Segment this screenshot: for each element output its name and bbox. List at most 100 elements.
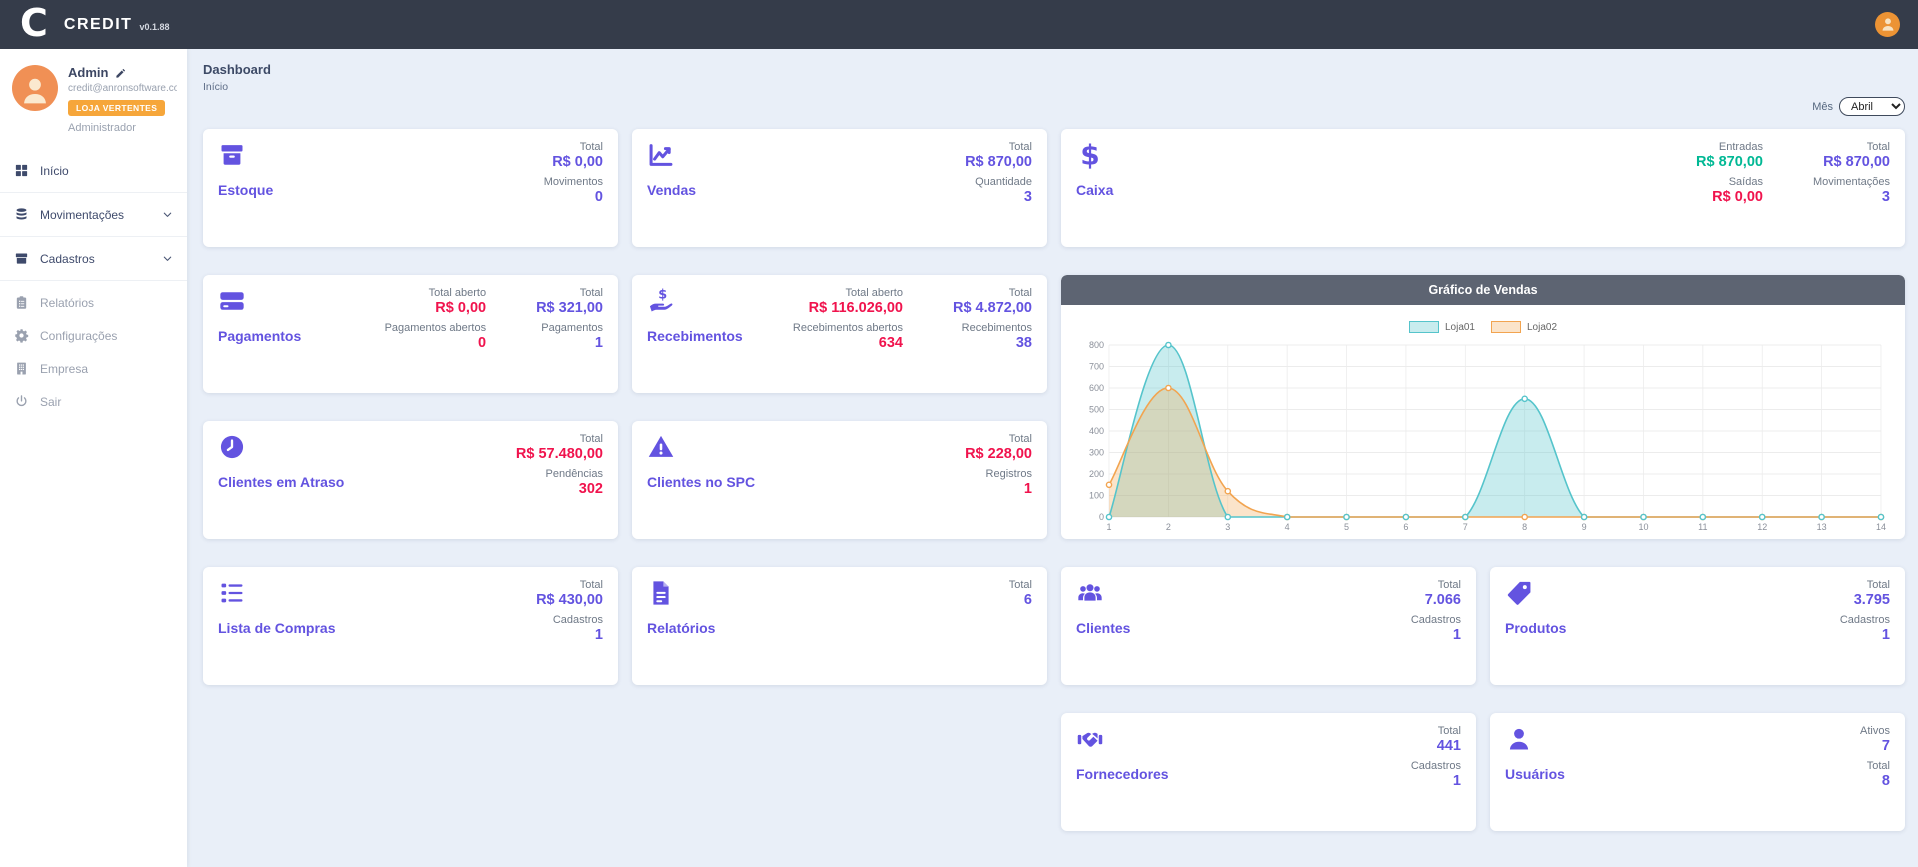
stat-label: Total <box>536 287 603 299</box>
stat-label: Entradas <box>1696 141 1763 153</box>
stat-value: R$ 430,00 <box>536 592 603 608</box>
card-produtos[interactable]: ProdutosTotal3.795Cadastros1 <box>1490 567 1905 685</box>
stat-label: Pagamentos abertos <box>385 322 487 334</box>
breadcrumb: Início <box>203 81 1905 93</box>
card-clientes-em-atraso[interactable]: Clientes em Atraso TotalR$ 57.480,00Pendê… <box>203 421 618 539</box>
building-icon <box>14 361 29 376</box>
sidebar-item-empresa[interactable]: Empresa <box>0 352 187 385</box>
card-title[interactable]: Usuários <box>1505 766 1565 782</box>
svg-text:10: 10 <box>1638 522 1648 532</box>
stat-label: Cadastros <box>1840 614 1890 626</box>
stat-column: TotalR$ 57.480,00Pendências302 <box>516 433 603 527</box>
stat-value: 38 <box>953 335 1032 351</box>
clock-icon <box>218 433 246 461</box>
stat-value: 3 <box>965 189 1032 205</box>
person-icon <box>1880 16 1896 37</box>
card-title[interactable]: Relatórios <box>647 620 715 636</box>
sidebar-item-inicio[interactable]: Início <box>0 154 187 187</box>
stat-value: R$ 4.872,00 <box>953 300 1032 316</box>
card-title[interactable]: Clientes <box>1076 620 1130 636</box>
card-clientes[interactable]: ClientesTotal7.066Cadastros1 <box>1061 567 1476 685</box>
chart-line-icon <box>647 141 675 169</box>
stat-label: Total <box>544 141 603 153</box>
card-clientes-no-spc[interactable]: Clientes no SPCTotalR$ 228,00Registros1 <box>632 421 1047 539</box>
card-vendas[interactable]: VendasTotalR$ 870,00Quantidade3 <box>632 129 1047 247</box>
card-title[interactable]: Clientes no SPC <box>647 474 755 490</box>
stat-label: Total <box>965 141 1032 153</box>
card-row: Clientes em Atraso TotalR$ 57.480,00Pendê… <box>203 421 1047 539</box>
card-recebimentos[interactable]: $RecebimentosTotal abertoR$ 116.026,00Re… <box>632 275 1047 393</box>
sidebar-item-sair[interactable]: Sair <box>0 385 187 418</box>
page-title: Dashboard <box>203 62 1905 77</box>
stat-column: Ativos7Total8 <box>1860 725 1890 819</box>
stat-value: 1 <box>1411 627 1461 643</box>
stat-label: Total <box>965 433 1032 445</box>
legend-item-loja02[interactable]: Loja02 <box>1491 321 1557 333</box>
svg-text:8: 8 <box>1522 522 1527 532</box>
warning-icon <box>647 433 675 461</box>
stat-column: TotalR$ 4.872,00Recebimentos38 <box>953 287 1032 381</box>
stat-value: 7 <box>1860 738 1890 754</box>
card-row: FornecedoresTotal441Cadastros1 Usuários At… <box>1061 713 1905 831</box>
stat-label: Registros <box>965 468 1032 480</box>
box-icon <box>218 141 246 169</box>
stat-value: R$ 116.026,00 <box>793 300 903 316</box>
sidebar-item-movimentacoes[interactable]: Movimentações <box>0 198 187 231</box>
card-pagamentos[interactable]: PagamentosTotal abertoR$ 0,00Pagamentos … <box>203 275 618 393</box>
card-title[interactable]: Clientes em Atraso <box>218 474 344 490</box>
card-estoque[interactable]: Estoque TotalR$ 0,00Movimentos0 <box>203 129 618 247</box>
stat-value: R$ 0,00 <box>544 154 603 170</box>
archive-icon <box>14 251 29 266</box>
stat-value: 441 <box>1411 738 1461 754</box>
sidebar-item-cadastros[interactable]: Cadastros <box>0 242 187 275</box>
card-title[interactable]: Fornecedores <box>1076 766 1169 782</box>
card-relatorios[interactable]: RelatóriosTotal6 <box>632 567 1047 685</box>
stat-value: R$ 870,00 <box>1696 154 1763 170</box>
stat-value: R$ 228,00 <box>965 446 1032 462</box>
stat-column: TotalR$ 0,00Movimentos0 <box>544 141 603 235</box>
grid-icon <box>14 163 29 178</box>
svg-text:3: 3 <box>1225 522 1230 532</box>
stat-label: Recebimentos abertos <box>793 322 903 334</box>
card-fornecedores[interactable]: FornecedoresTotal441Cadastros1 <box>1061 713 1476 831</box>
list-icon <box>218 579 246 607</box>
svg-text:1: 1 <box>1106 522 1111 532</box>
main-content: Dashboard Início Mês Abril EstoqueTotalR… <box>187 49 1918 867</box>
card-usuarios[interactable]: Usuários Ativos7Total8 <box>1490 713 1905 831</box>
handshake-icon <box>1076 725 1104 753</box>
svg-text:0: 0 <box>1099 512 1104 522</box>
right-column: $CaixaEntradasR$ 870,00SaídasR$ 0,00Tota… <box>1061 129 1905 859</box>
pencil-icon[interactable] <box>115 67 126 78</box>
stat-value: 8 <box>1860 773 1890 789</box>
card-caixa[interactable]: $CaixaEntradasR$ 870,00SaídasR$ 0,00Tota… <box>1061 129 1905 247</box>
sidebar-item-relatorios[interactable]: Relatórios <box>0 286 187 319</box>
card-title[interactable]: Recebimentos <box>647 328 743 344</box>
stat-value: R$ 0,00 <box>385 300 487 316</box>
stat-label: Cadastros <box>1411 614 1461 626</box>
card-title[interactable]: Vendas <box>647 182 696 198</box>
svg-text:14: 14 <box>1876 522 1886 532</box>
card-row: Lista de ComprasTotalR$ 430,00Cadastros1… <box>203 567 1047 685</box>
power-icon <box>14 394 29 409</box>
user-icon <box>1505 725 1533 753</box>
svg-text:7: 7 <box>1463 522 1468 532</box>
card-title[interactable]: Lista de Compras <box>218 620 335 636</box>
stat-value: 6 <box>1009 592 1032 608</box>
month-select[interactable]: Abril <box>1839 97 1905 116</box>
legend-label: Loja01 <box>1445 322 1475 333</box>
user-avatar-button[interactable] <box>1875 12 1900 37</box>
card-title[interactable]: Caixa <box>1076 182 1113 198</box>
stat-value: R$ 870,00 <box>1813 154 1890 170</box>
sidebar-item-configuracoes[interactable]: Configurações <box>0 319 187 352</box>
card-title[interactable]: Pagamentos <box>218 328 301 344</box>
card-title[interactable]: Estoque <box>218 182 273 198</box>
profile-role: Administrador <box>68 122 177 134</box>
nav-divider <box>0 236 187 237</box>
card-title[interactable]: Produtos <box>1505 620 1566 636</box>
legend-item-loja01[interactable]: Loja01 <box>1409 321 1475 333</box>
stat-value: 1 <box>1840 627 1890 643</box>
chart-title: Gráfico de Vendas <box>1061 275 1905 305</box>
sidebar-item-label: Configurações <box>40 329 117 343</box>
card-lista-de-compras[interactable]: Lista de ComprasTotalR$ 430,00Cadastros1 <box>203 567 618 685</box>
chevron-down-icon <box>162 253 173 264</box>
